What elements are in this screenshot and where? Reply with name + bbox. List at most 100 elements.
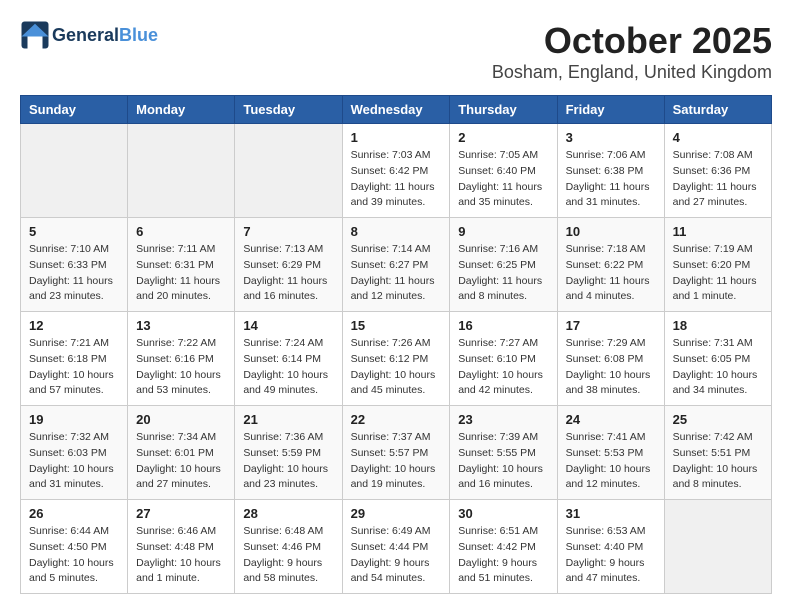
day-number: 20: [136, 412, 226, 427]
day-number: 30: [458, 506, 548, 521]
calendar-day-cell: [128, 124, 235, 218]
day-info: Sunrise: 7:16 AM Sunset: 6:25 PM Dayligh…: [458, 242, 548, 305]
day-number: 10: [566, 224, 656, 239]
day-number: 5: [29, 224, 119, 239]
day-number: 25: [673, 412, 763, 427]
calendar-day-cell: [664, 500, 771, 594]
weekday-header-cell: Monday: [128, 96, 235, 124]
day-number: 15: [351, 318, 442, 333]
logo-text-general: General: [52, 25, 119, 46]
calendar-day-cell: 20 Sunrise: 7:34 AM Sunset: 6:01 PM Dayli…: [128, 406, 235, 500]
calendar-day-cell: 4Sunrise: 7:08 AM Sunset: 6:36 PM Daylig…: [664, 124, 771, 218]
calendar-week-row: 12 Sunrise: 7:21 AM Sunset: 6:18 PM Dayli…: [21, 312, 772, 406]
logo-text-blue: Blue: [119, 25, 158, 46]
day-number: 22: [351, 412, 442, 427]
calendar-day-cell: 7 Sunrise: 7:13 AM Sunset: 6:29 PM Daylig…: [235, 218, 342, 312]
calendar-day-cell: 9 Sunrise: 7:16 AM Sunset: 6:25 PM Daylig…: [450, 218, 557, 312]
calendar-day-cell: 23 Sunrise: 7:39 AM Sunset: 5:55 PM Dayli…: [450, 406, 557, 500]
calendar-day-cell: 16 Sunrise: 7:27 AM Sunset: 6:10 PM Dayli…: [450, 312, 557, 406]
day-number: 13: [136, 318, 226, 333]
weekday-header-cell: Thursday: [450, 96, 557, 124]
day-info: Sunrise: 7:32 AM Sunset: 6:03 PM Dayligh…: [29, 430, 119, 493]
calendar-day-cell: [235, 124, 342, 218]
calendar-day-cell: 5 Sunrise: 7:10 AM Sunset: 6:33 PM Daylig…: [21, 218, 128, 312]
day-info: Sunrise: 7:06 AM Sunset: 6:38 PM Dayligh…: [566, 148, 656, 211]
location-title: Bosham, England, United Kingdom: [492, 62, 772, 83]
day-number: 26: [29, 506, 119, 521]
calendar-day-cell: 30 Sunrise: 6:51 AM Sunset: 4:42 PM Dayli…: [450, 500, 557, 594]
day-info: Sunrise: 7:24 AM Sunset: 6:14 PM Dayligh…: [243, 336, 333, 399]
day-number: 31: [566, 506, 656, 521]
day-info: Sunrise: 6:53 AM Sunset: 4:40 PM Dayligh…: [566, 524, 656, 587]
day-number: 12: [29, 318, 119, 333]
calendar-day-cell: 24Sunrise: 7:41 AM Sunset: 5:53 PM Dayli…: [557, 406, 664, 500]
day-info: Sunrise: 7:10 AM Sunset: 6:33 PM Dayligh…: [29, 242, 119, 305]
calendar-day-cell: 28 Sunrise: 6:48 AM Sunset: 4:46 PM Dayli…: [235, 500, 342, 594]
day-info: Sunrise: 7:31 AM Sunset: 6:05 PM Dayligh…: [673, 336, 763, 399]
day-info: Sunrise: 6:51 AM Sunset: 4:42 PM Dayligh…: [458, 524, 548, 587]
calendar-day-cell: 22 Sunrise: 7:37 AM Sunset: 5:57 PM Dayli…: [342, 406, 450, 500]
day-number: 9: [458, 224, 548, 239]
day-info: Sunrise: 7:37 AM Sunset: 5:57 PM Dayligh…: [351, 430, 442, 493]
day-number: 24: [566, 412, 656, 427]
calendar-week-row: 5 Sunrise: 7:10 AM Sunset: 6:33 PM Daylig…: [21, 218, 772, 312]
calendar-day-cell: [21, 124, 128, 218]
calendar-day-cell: 12 Sunrise: 7:21 AM Sunset: 6:18 PM Dayli…: [21, 312, 128, 406]
month-title: October 2025: [492, 20, 772, 62]
day-number: 21: [243, 412, 333, 427]
calendar-day-cell: 10 Sunrise: 7:18 AM Sunset: 6:22 PM Dayli…: [557, 218, 664, 312]
day-info: Sunrise: 6:44 AM Sunset: 4:50 PM Dayligh…: [29, 524, 119, 587]
day-info: Sunrise: 7:42 AM Sunset: 5:51 PM Dayligh…: [673, 430, 763, 493]
day-number: 17: [566, 318, 656, 333]
day-info: Sunrise: 7:39 AM Sunset: 5:55 PM Dayligh…: [458, 430, 548, 493]
day-info: Sunrise: 7:21 AM Sunset: 6:18 PM Dayligh…: [29, 336, 119, 399]
calendar-day-cell: 2 Sunrise: 7:05 AM Sunset: 6:40 PM Daylig…: [450, 124, 557, 218]
day-info: Sunrise: 7:08 AM Sunset: 6:36 PM Dayligh…: [673, 148, 763, 211]
day-number: 3: [566, 130, 656, 145]
day-info: Sunrise: 7:05 AM Sunset: 6:40 PM Dayligh…: [458, 148, 548, 211]
calendar-body: 1Sunrise: 7:03 AM Sunset: 6:42 PM Daylig…: [21, 124, 772, 594]
calendar-day-cell: 19 Sunrise: 7:32 AM Sunset: 6:03 PM Dayli…: [21, 406, 128, 500]
day-number: 19: [29, 412, 119, 427]
day-info: Sunrise: 7:34 AM Sunset: 6:01 PM Dayligh…: [136, 430, 226, 493]
day-info: Sunrise: 6:49 AM Sunset: 4:44 PM Dayligh…: [351, 524, 442, 587]
day-info: Sunrise: 7:27 AM Sunset: 6:10 PM Dayligh…: [458, 336, 548, 399]
calendar-day-cell: 13Sunrise: 7:22 AM Sunset: 6:16 PM Dayli…: [128, 312, 235, 406]
day-number: 8: [351, 224, 442, 239]
day-number: 28: [243, 506, 333, 521]
calendar-day-cell: 6 Sunrise: 7:11 AM Sunset: 6:31 PM Daylig…: [128, 218, 235, 312]
day-number: 7: [243, 224, 333, 239]
day-info: Sunrise: 7:29 AM Sunset: 6:08 PM Dayligh…: [566, 336, 656, 399]
calendar-day-cell: 1Sunrise: 7:03 AM Sunset: 6:42 PM Daylig…: [342, 124, 450, 218]
calendar-day-cell: 18 Sunrise: 7:31 AM Sunset: 6:05 PM Dayli…: [664, 312, 771, 406]
day-info: Sunrise: 6:46 AM Sunset: 4:48 PM Dayligh…: [136, 524, 226, 587]
calendar-day-cell: 14Sunrise: 7:24 AM Sunset: 6:14 PM Dayli…: [235, 312, 342, 406]
day-info: Sunrise: 7:11 AM Sunset: 6:31 PM Dayligh…: [136, 242, 226, 305]
day-number: 11: [673, 224, 763, 239]
calendar-week-row: 19 Sunrise: 7:32 AM Sunset: 6:03 PM Dayli…: [21, 406, 772, 500]
weekday-header-cell: Wednesday: [342, 96, 450, 124]
calendar-day-cell: 3 Sunrise: 7:06 AM Sunset: 6:38 PM Daylig…: [557, 124, 664, 218]
day-info: Sunrise: 6:48 AM Sunset: 4:46 PM Dayligh…: [243, 524, 333, 587]
day-number: 23: [458, 412, 548, 427]
day-info: Sunrise: 7:36 AM Sunset: 5:59 PM Dayligh…: [243, 430, 333, 493]
day-info: Sunrise: 7:19 AM Sunset: 6:20 PM Dayligh…: [673, 242, 763, 305]
weekday-header-cell: Saturday: [664, 96, 771, 124]
weekday-header-row: SundayMondayTuesdayWednesdayThursdayFrid…: [21, 96, 772, 124]
day-info: Sunrise: 7:14 AM Sunset: 6:27 PM Dayligh…: [351, 242, 442, 305]
day-number: 6: [136, 224, 226, 239]
weekday-header-cell: Friday: [557, 96, 664, 124]
day-number: 29: [351, 506, 442, 521]
day-info: Sunrise: 7:18 AM Sunset: 6:22 PM Dayligh…: [566, 242, 656, 305]
day-info: Sunrise: 7:26 AM Sunset: 6:12 PM Dayligh…: [351, 336, 442, 399]
calendar-day-cell: 26 Sunrise: 6:44 AM Sunset: 4:50 PM Dayli…: [21, 500, 128, 594]
day-number: 2: [458, 130, 548, 145]
day-number: 18: [673, 318, 763, 333]
day-number: 16: [458, 318, 548, 333]
calendar: SundayMondayTuesdayWednesdayThursdayFrid…: [20, 95, 772, 594]
day-info: Sunrise: 7:03 AM Sunset: 6:42 PM Dayligh…: [351, 148, 442, 211]
day-info: Sunrise: 7:13 AM Sunset: 6:29 PM Dayligh…: [243, 242, 333, 305]
logo: General Blue: [20, 20, 158, 50]
title-section: October 2025 Bosham, England, United Kin…: [492, 20, 772, 83]
calendar-day-cell: 27Sunrise: 6:46 AM Sunset: 4:48 PM Dayli…: [128, 500, 235, 594]
